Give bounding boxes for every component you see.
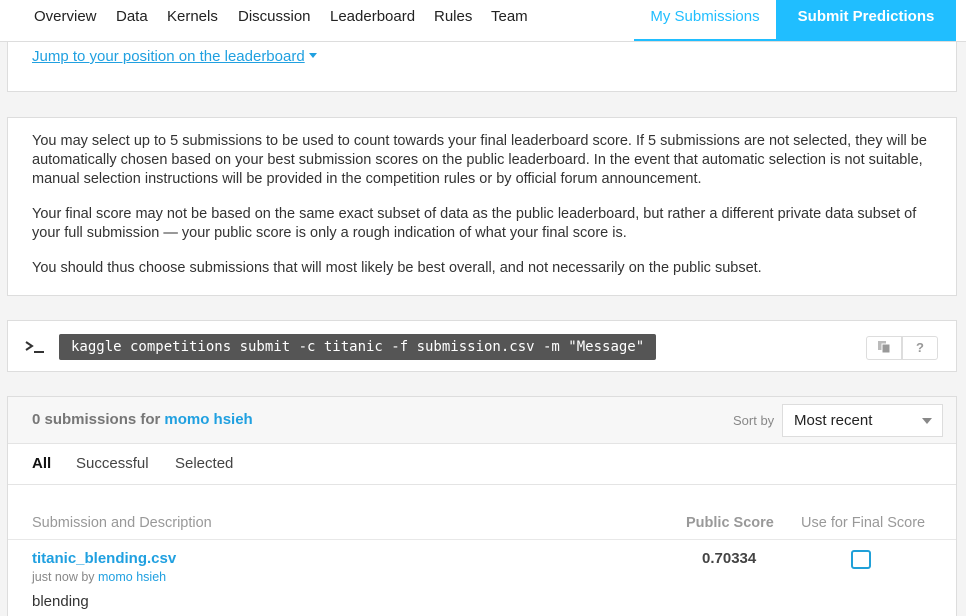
cli-panel: kaggle competitions submit -c titanic -f… [7, 320, 957, 372]
caret-down-icon [308, 53, 317, 58]
public-score-value: 0.70334 [702, 550, 757, 567]
copy-button[interactable] [866, 336, 902, 360]
tab-discussion[interactable]: Discussion [238, 0, 311, 34]
submission-file-link[interactable]: titanic_blending.csv [32, 550, 176, 567]
info-paragraph-1: You may select up to 5 submissions to be… [32, 133, 927, 187]
tab-data[interactable]: Data [116, 0, 148, 34]
submission-count: 0 submissions for momo hsieh [32, 411, 253, 428]
column-header-public-score: Public Score [686, 515, 774, 531]
sort-select[interactable]: Most recent [782, 404, 943, 437]
tab-my-submissions[interactable]: My Submissions [634, 0, 776, 41]
submission-filters: All Successful Selected [8, 444, 956, 485]
tab-overview[interactable]: Overview [34, 0, 97, 34]
filter-selected[interactable]: Selected [175, 455, 233, 472]
info-paragraph-3: You should thus choose submissions that … [32, 260, 762, 276]
info-paragraph-2: Your final score may not be based on the… [32, 206, 917, 241]
submission-time: just now by [32, 570, 95, 584]
jump-link-label: Jump to your position on the leaderboard [32, 48, 305, 65]
use-for-final-score-checkbox[interactable] [851, 550, 871, 569]
terminal-prompt-icon [25, 341, 44, 353]
tab-rules[interactable]: Rules [434, 0, 472, 34]
submissions-header: 0 submissions for momo hsieh Sort by Most… [8, 397, 956, 444]
submit-predictions-button[interactable]: Submit Predictions [776, 0, 956, 41]
top-nav: Overview Data Kernels Discussion Leaderb… [0, 0, 966, 42]
selection-info-panel: You may select up to 5 submissions to be… [7, 117, 957, 296]
submissions-panel: 0 submissions for momo hsieh Sort by Most… [7, 396, 957, 616]
tab-kernels[interactable]: Kernels [167, 0, 218, 34]
user-link[interactable]: momo hsieh [164, 411, 252, 428]
submission-description: blending [32, 593, 89, 610]
cli-command[interactable]: kaggle competitions submit -c titanic -f… [59, 334, 657, 360]
column-header-final-score: Use for Final Score [801, 515, 926, 531]
filter-successful[interactable]: Successful [76, 455, 149, 472]
column-header-description: Submission and Description [32, 515, 212, 531]
jump-panel: Jump to your position on the leaderboard [7, 42, 957, 92]
filter-all[interactable]: All [32, 455, 51, 472]
help-button[interactable]: ? [902, 336, 938, 360]
tab-leaderboard[interactable]: Leaderboard [330, 0, 415, 34]
row-divider [8, 539, 956, 540]
submission-meta: just now by momo hsieh [32, 570, 166, 584]
chevron-down-icon [922, 418, 932, 424]
sort-select-value: Most recent [794, 412, 873, 429]
tab-team[interactable]: Team [491, 0, 528, 34]
copy-icon [878, 341, 891, 354]
sort-by-label: Sort by [733, 413, 775, 428]
submission-author-link[interactable]: momo hsieh [98, 570, 166, 584]
submission-count-text: 0 submissions for [32, 411, 161, 428]
jump-to-position-link[interactable]: Jump to your position on the leaderboard [32, 48, 317, 65]
